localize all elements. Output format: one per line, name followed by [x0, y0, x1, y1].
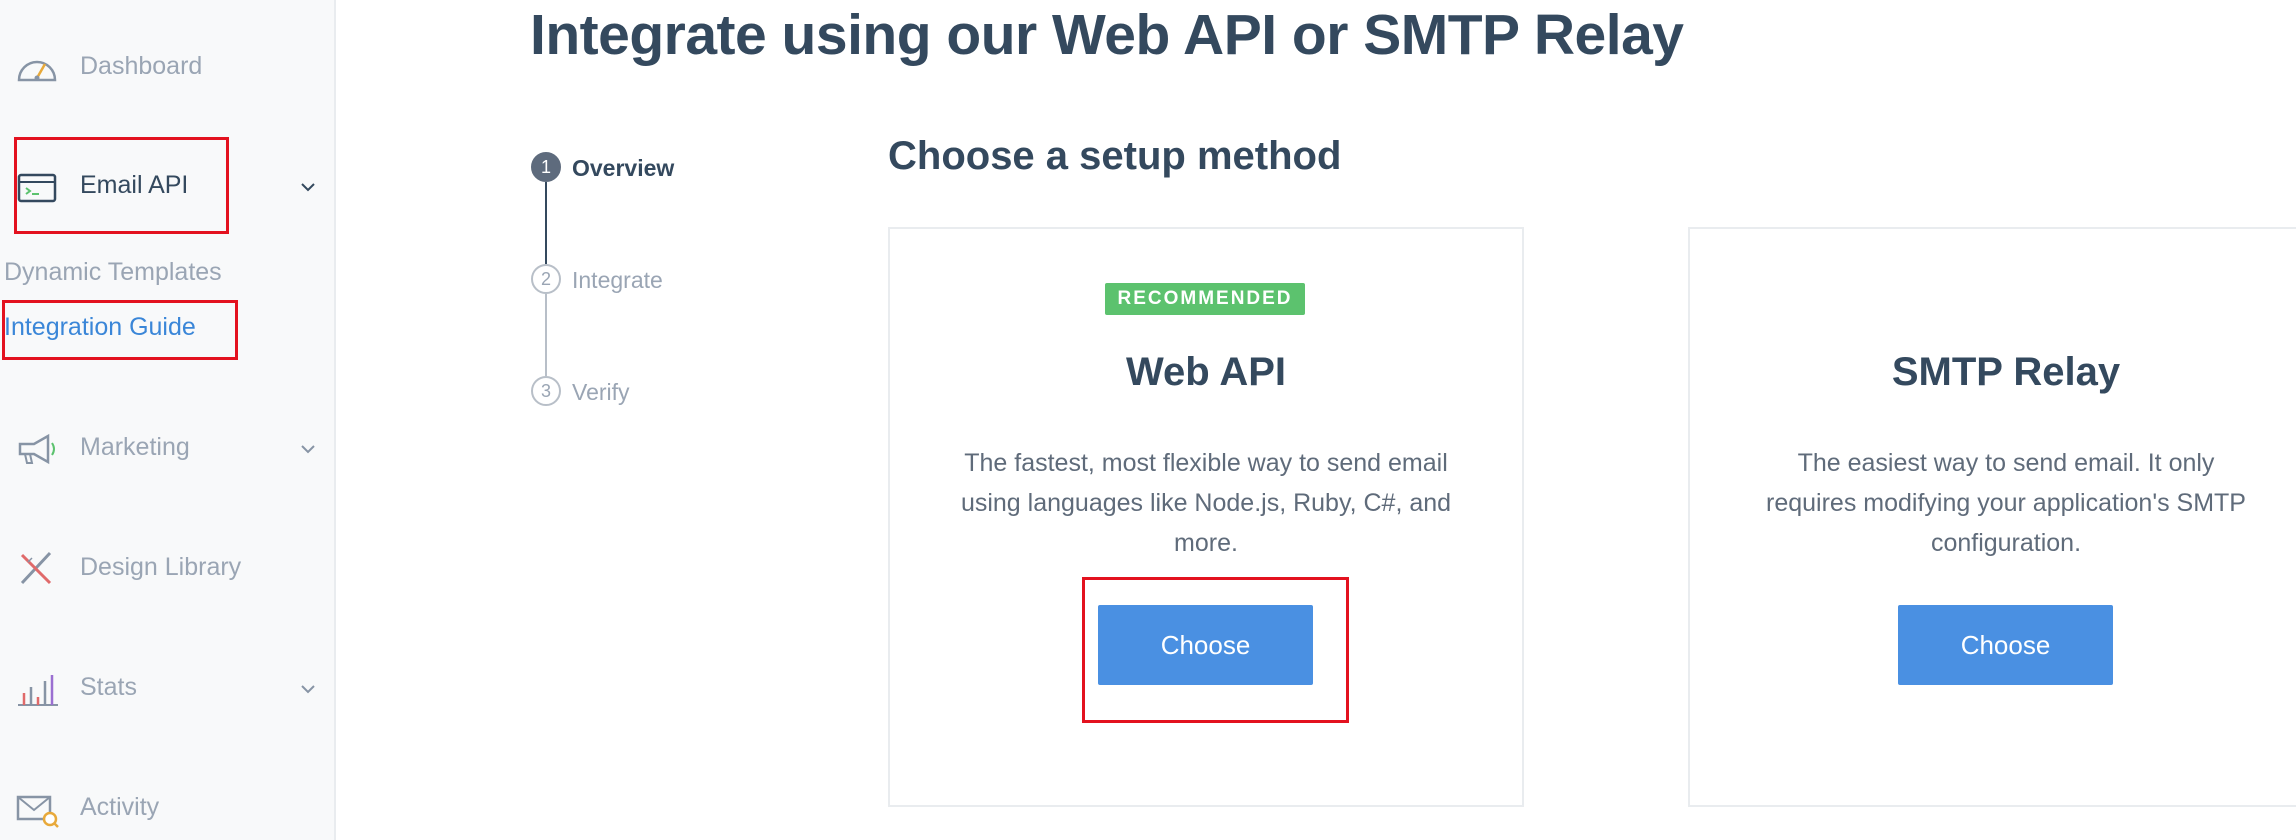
chevron-down-icon[interactable]: [300, 181, 316, 193]
highlight-box: [14, 137, 229, 234]
step-1-indicator: 1: [531, 152, 561, 182]
section-title: Choose a setup method: [888, 134, 1342, 178]
nav-stats-label: Stats: [80, 673, 137, 701]
smtp-relay-title: SMTP Relay: [1891, 350, 2121, 394]
nav-activity[interactable]: Activity: [0, 777, 336, 837]
recommended-badge: RECOMMENDED: [1105, 283, 1305, 315]
sidebar: Dashboard Email API Dynamic Templates In…: [0, 0, 336, 840]
nav-stats[interactable]: Stats: [0, 657, 336, 717]
highlight-box: [1082, 577, 1349, 723]
nav-design-library-label: Design Library: [80, 553, 242, 581]
smtp-relay-description-text: The easiest way to send email. It only r…: [1766, 449, 2246, 557]
smtp-relay-description: The easiest way to send email. It only r…: [1688, 443, 2296, 563]
smtp-relay-choose-button[interactable]: Choose: [1898, 605, 2113, 685]
highlight-box: [2, 300, 238, 360]
megaphone-icon: [18, 433, 55, 465]
nav-marketing[interactable]: Marketing: [0, 417, 336, 477]
mail-search-icon: [16, 795, 59, 828]
chevron-down-icon[interactable]: [300, 683, 316, 695]
nav-marketing-label: Marketing: [80, 433, 190, 461]
step-3-indicator: 3: [531, 376, 561, 406]
step-2-indicator: 2: [531, 264, 561, 294]
nav-dashboard-label: Dashboard: [80, 52, 203, 80]
step-connector: [545, 182, 547, 264]
bar-chart-icon: [18, 675, 58, 706]
nav-activity-label: Activity: [80, 793, 160, 821]
chevron-down-icon[interactable]: [300, 443, 316, 455]
web-api-description: The fastest, most flexible way to send e…: [888, 443, 1524, 563]
page-title: Integrate using our Web API or SMTP Rela…: [530, 3, 1684, 67]
step-connector: [545, 294, 547, 376]
step-1-label[interactable]: Overview: [572, 155, 674, 182]
step-2-label[interactable]: Integrate: [572, 267, 663, 294]
step-3-label[interactable]: Verify: [572, 379, 630, 406]
pencil-ruler-icon: [20, 551, 52, 585]
sidebar-item-dynamic-templates[interactable]: Dynamic Templates: [4, 258, 222, 287]
nav-dashboard[interactable]: Dashboard: [0, 36, 336, 96]
speedometer-icon: [17, 60, 57, 82]
web-api-title: Web API: [1125, 350, 1287, 394]
nav-design-library[interactable]: Design Library: [0, 537, 336, 597]
web-api-description-text: The fastest, most flexible way to send e…: [960, 449, 1452, 557]
